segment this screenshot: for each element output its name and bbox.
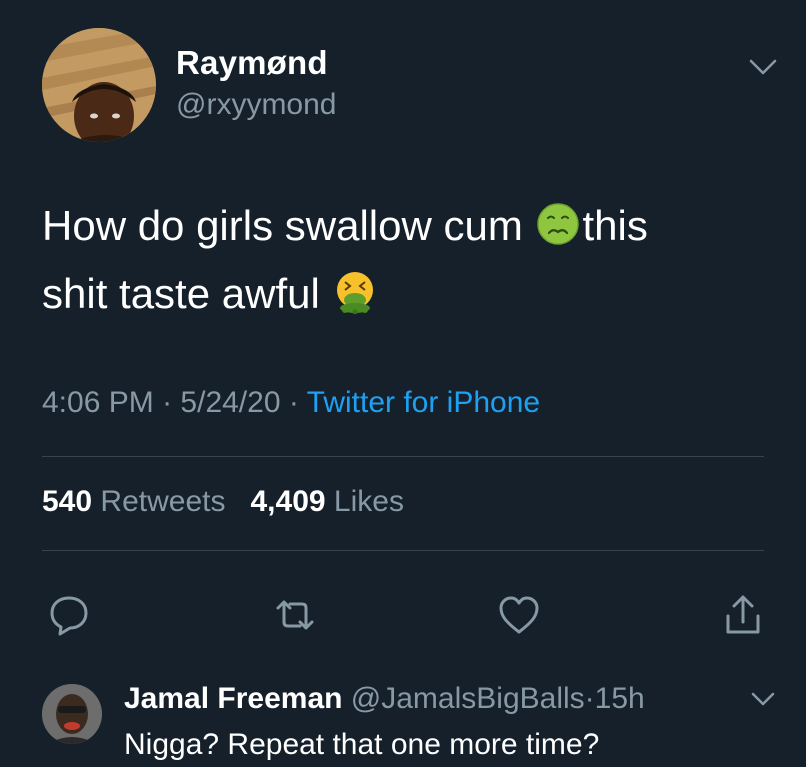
reply-author-handle[interactable]: @JamalsBigBalls bbox=[351, 682, 585, 715]
reply-header: Jamal Freeman @JamalsBigBalls·15h bbox=[124, 682, 645, 716]
retweets-count: 540 bbox=[42, 485, 93, 518]
reply-text: Nigga? Repeat that one more time? bbox=[124, 728, 600, 761]
divider bbox=[42, 550, 764, 551]
nauseated-face-icon bbox=[537, 203, 580, 245]
tweet-detail-view: Raymønd @rxyymond How do girls swallow c… bbox=[0, 0, 806, 767]
retweet-icon[interactable] bbox=[272, 592, 318, 638]
chevron-down-icon[interactable] bbox=[750, 690, 776, 708]
reply-time[interactable]: 15h bbox=[595, 682, 645, 715]
author-display-name[interactable]: Raymønd bbox=[176, 44, 328, 82]
tweet-meta: 4:06 PM · 5/24/20 · Twitter for iPhone bbox=[42, 386, 540, 420]
meta-separator: · bbox=[162, 386, 173, 419]
vomiting-face-icon bbox=[337, 272, 374, 314]
reply-avatar-image bbox=[42, 684, 102, 744]
author-avatar-image bbox=[42, 28, 156, 142]
meta-separator: · bbox=[288, 386, 299, 419]
reply-author-name[interactable]: Jamal Freeman bbox=[124, 682, 342, 715]
tweet-text-line1: How do girls swallow cum bbox=[42, 202, 523, 249]
tweet-stats: 540 Retweets 4,409 Likes bbox=[42, 485, 404, 519]
retweets-stat[interactable]: 540 Retweets bbox=[42, 485, 225, 518]
tweet-text-line1-end: this bbox=[582, 202, 648, 249]
like-heart-icon[interactable] bbox=[496, 592, 542, 638]
share-icon[interactable] bbox=[720, 592, 766, 638]
author-handle[interactable]: @rxyymond bbox=[176, 88, 337, 122]
likes-stat[interactable]: 4,409 Likes bbox=[250, 485, 403, 518]
tweet-time: 4:06 PM bbox=[42, 386, 154, 419]
tweet-text: How do girls swallow cum this shit taste… bbox=[42, 192, 762, 328]
chevron-down-icon[interactable] bbox=[748, 56, 778, 78]
reply-author-avatar[interactable] bbox=[42, 684, 102, 744]
retweets-label: Retweets bbox=[100, 485, 226, 518]
divider bbox=[42, 456, 764, 457]
likes-count: 4,409 bbox=[250, 485, 326, 518]
likes-label: Likes bbox=[333, 485, 404, 518]
reply-separator: · bbox=[584, 682, 595, 715]
tweet-text-line2: shit taste awful bbox=[42, 270, 320, 317]
tweet-source-link[interactable]: Twitter for iPhone bbox=[307, 386, 540, 419]
reply-icon[interactable] bbox=[46, 592, 92, 638]
author-avatar[interactable] bbox=[42, 28, 156, 142]
tweet-date: 5/24/20 bbox=[180, 386, 281, 419]
